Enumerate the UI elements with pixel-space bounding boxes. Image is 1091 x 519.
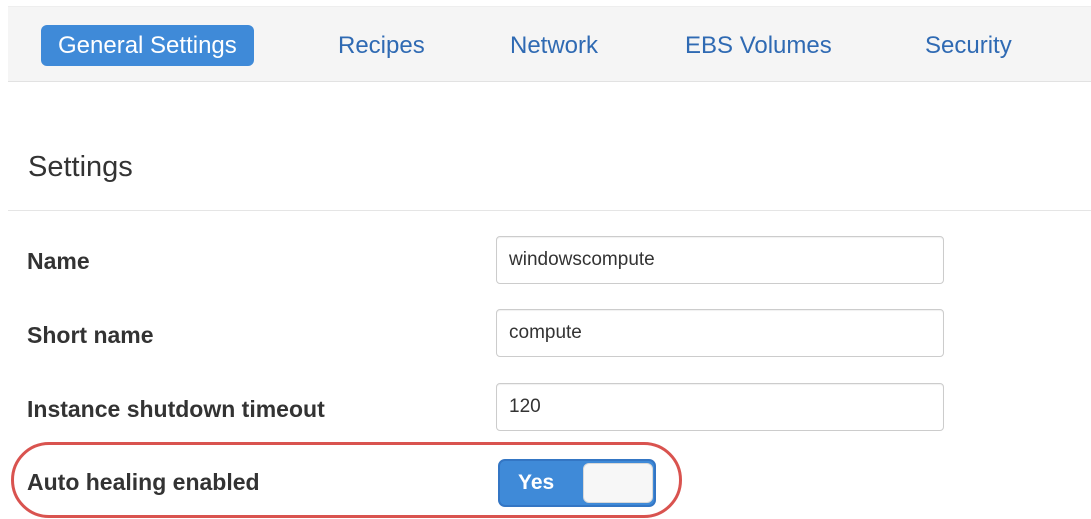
tab-security[interactable]: Security	[925, 25, 1012, 66]
section-divider	[8, 210, 1091, 211]
toggle-knob	[583, 463, 653, 503]
toggle-state-text: Yes	[518, 471, 555, 494]
shutdown-timeout-input[interactable]	[496, 383, 944, 431]
auto-healing-label: Auto healing enabled	[27, 469, 260, 495]
settings-page: General Settings Recipes Network EBS Vol…	[0, 0, 1091, 519]
short-name-input[interactable]	[496, 309, 944, 357]
tab-network[interactable]: Network	[510, 25, 598, 66]
name-input[interactable]	[496, 236, 944, 284]
tab-general-settings[interactable]: General Settings	[41, 25, 254, 66]
tab-ebs-volumes[interactable]: EBS Volumes	[685, 25, 832, 66]
shutdown-timeout-label: Instance shutdown timeout	[27, 396, 325, 422]
tab-recipes[interactable]: Recipes	[338, 25, 425, 66]
tab-bar: General Settings Recipes Network EBS Vol…	[8, 6, 1091, 82]
section-title: Settings	[28, 151, 133, 183]
short-name-label: Short name	[27, 322, 154, 348]
auto-healing-toggle[interactable]: Yes	[498, 459, 656, 507]
name-label: Name	[27, 248, 90, 274]
